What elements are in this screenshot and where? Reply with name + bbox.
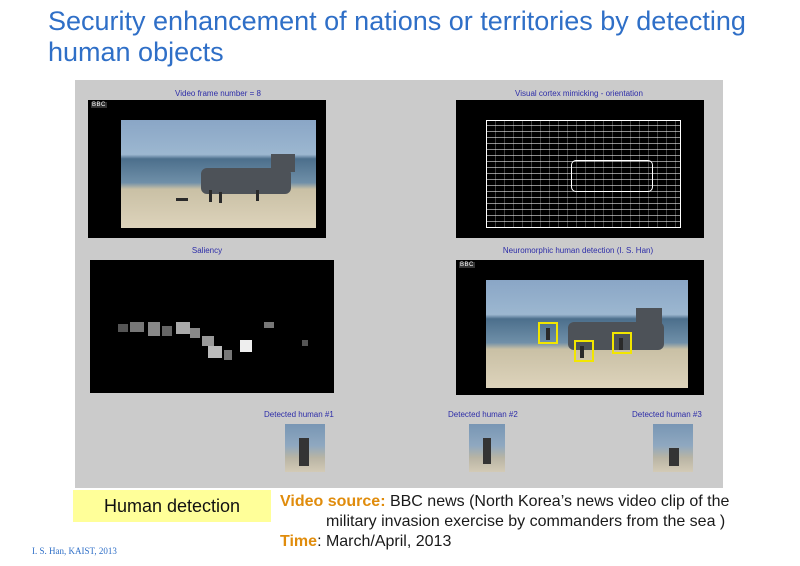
- saliency-label: Saliency: [191, 246, 223, 255]
- video-frame-view: BBC: [88, 100, 326, 238]
- human-detection-caption: Human detection: [73, 490, 271, 522]
- human-figure: [176, 198, 188, 201]
- video-source-line-1: Video source: BBC news (North Korea’s ne…: [280, 492, 790, 512]
- detected-human-1-label: Detected human #1: [264, 410, 334, 419]
- saliency-cell: [148, 322, 160, 336]
- bbc-badge: BBC: [91, 102, 107, 108]
- slide-title: Security enhancement of nations or terri…: [48, 6, 746, 67]
- saliency-cell: [118, 324, 128, 332]
- human-figure: [256, 190, 259, 201]
- time-value: : March/April, 2013: [317, 533, 452, 550]
- orientation-view: [456, 100, 704, 238]
- human-figure: [483, 438, 491, 464]
- saliency-cell: [264, 322, 274, 328]
- saliency-map: [90, 260, 334, 393]
- saliency-cell: [224, 350, 232, 360]
- human-figure: [209, 190, 212, 202]
- saliency-cell: [240, 340, 252, 352]
- detection-frame-image: [486, 280, 688, 388]
- saliency-cell: [202, 336, 214, 346]
- detection-label: Neuromorphic human detection (I. S. Han): [502, 246, 654, 255]
- frame-number-label: Video frame number = 8: [175, 89, 261, 98]
- detected-human-2-image: [469, 424, 505, 472]
- human-figure: [669, 448, 679, 466]
- saliency-cell: [302, 340, 308, 346]
- saliency-cell: [130, 322, 144, 332]
- detected-human-1-image: [285, 424, 325, 472]
- detected-human-3-image: [653, 424, 693, 472]
- detected-human-3-label: Detected human #3: [632, 410, 702, 419]
- hovercraft-fan-shape: [271, 154, 295, 172]
- human-figure: [219, 192, 222, 203]
- detected-human-2-label: Detected human #2: [448, 410, 518, 419]
- time-key: Time: [280, 533, 318, 550]
- results-panel: Video frame number = 8 BBC Visual cortex…: [75, 80, 723, 488]
- orientation-edge-map: [486, 120, 681, 228]
- bbc-badge: BBC: [459, 262, 475, 268]
- visual-cortex-label: Visual cortex mimicking - orientation: [515, 89, 643, 98]
- video-source-block: Video source: BBC news (North Korea’s ne…: [280, 492, 790, 552]
- hovercraft-fan-shape: [636, 308, 662, 326]
- saliency-cell: [208, 346, 222, 358]
- edge-hovercraft: [571, 160, 653, 192]
- detection-box-1: [538, 322, 558, 344]
- saliency-cell: [162, 326, 172, 336]
- detection-view: BBC: [456, 260, 704, 395]
- time-line: Time: March/April, 2013: [280, 532, 790, 552]
- video-frame-image: [121, 120, 316, 228]
- author-credit: I. S. Han, KAIST, 2013: [32, 546, 117, 556]
- human-figure: [299, 438, 309, 466]
- video-source-text-1: BBC news (North Korea’s news video clip …: [385, 493, 730, 510]
- saliency-cell: [176, 322, 190, 334]
- detection-box-2: [574, 340, 594, 362]
- saliency-cell: [190, 328, 200, 338]
- video-source-text-2: military invasion exercise by commanders…: [326, 513, 726, 530]
- video-source-key: Video source:: [280, 493, 386, 510]
- detection-box-3: [612, 332, 632, 354]
